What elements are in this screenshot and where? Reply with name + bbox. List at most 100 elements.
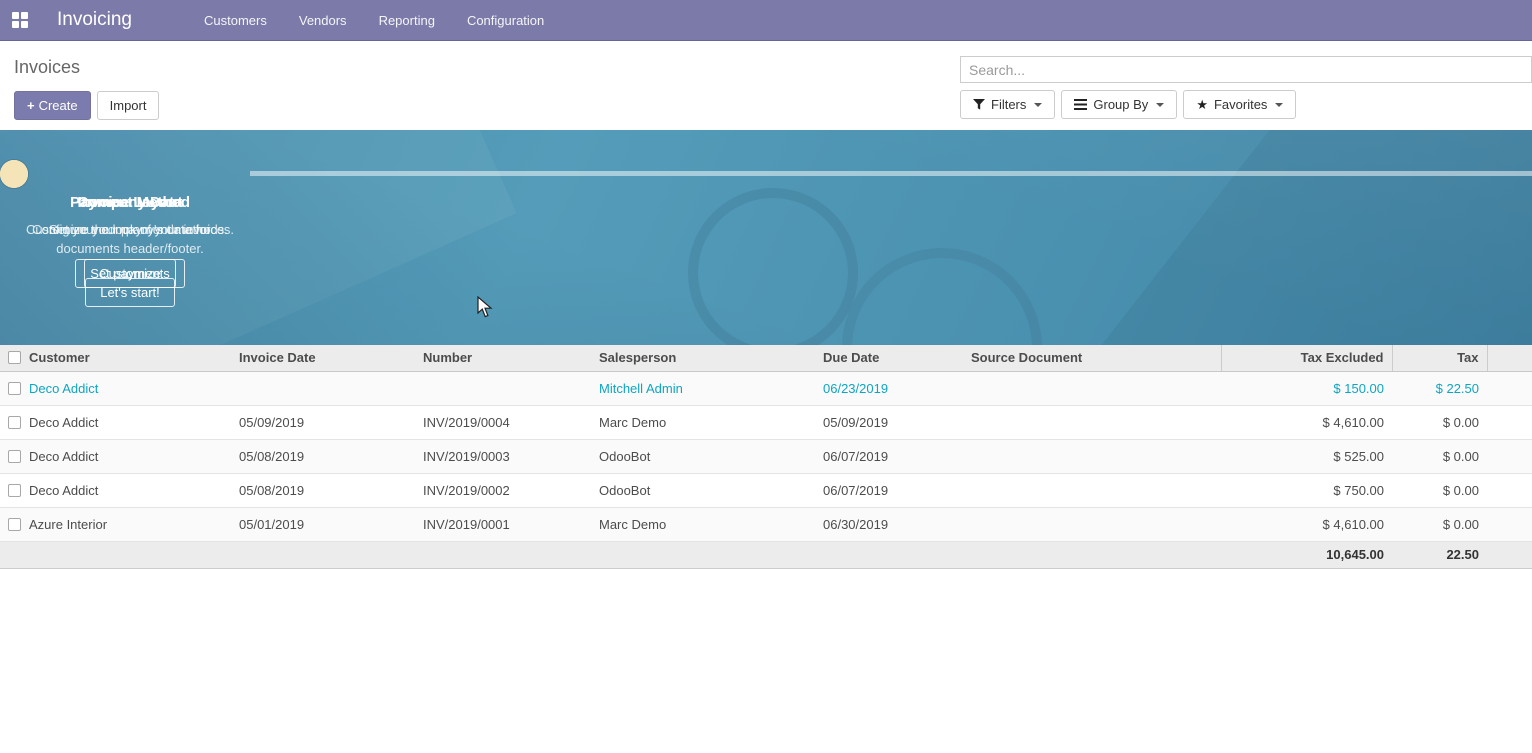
row-checkbox[interactable] — [8, 382, 21, 395]
invoice-row[interactable]: Deco Addict 05/08/2019 INV/2019/0003 Odo… — [0, 439, 1532, 473]
row-checkbox[interactable] — [8, 450, 21, 463]
menu-reporting[interactable]: Reporting — [363, 0, 451, 41]
step-dot — [0, 160, 28, 188]
cell-customer: Deco Addict — [21, 371, 231, 405]
row-checkbox[interactable] — [8, 518, 21, 531]
cell-tax: $ 0.00 — [1392, 473, 1487, 507]
col-tax-excluded[interactable]: Tax Excluded — [1221, 345, 1392, 371]
cell-tax: $ 0.00 — [1392, 439, 1487, 473]
cell-trailing — [1487, 507, 1532, 541]
cell-salesperson: OdooBot — [591, 439, 815, 473]
row-select-cell — [0, 473, 21, 507]
row-select-cell — [0, 507, 21, 541]
cell-number: INV/2019/0002 — [415, 473, 591, 507]
cell-salesperson: Marc Demo — [591, 507, 815, 541]
chevron-down-icon — [1156, 103, 1164, 107]
cell-tax-excluded: $ 750.00 — [1221, 473, 1392, 507]
row-checkbox[interactable] — [8, 416, 21, 429]
col-salesperson[interactable]: Salesperson — [591, 345, 815, 371]
col-source-document[interactable]: Source Document — [963, 345, 1221, 371]
onboarding-progress-line — [250, 171, 1532, 176]
cell-number — [415, 371, 591, 405]
cell-number: INV/2019/0001 — [415, 507, 591, 541]
cell-due-date: 06/23/2019 — [815, 371, 963, 405]
invoice-row[interactable]: Deco Addict 05/09/2019 INV/2019/0004 Mar… — [0, 405, 1532, 439]
cell-invoice-date: 05/09/2019 — [231, 405, 415, 439]
cell-salesperson: OdooBot — [591, 473, 815, 507]
total-tax: 22.50 — [1392, 541, 1487, 568]
cell-due-date: 06/07/2019 — [815, 439, 963, 473]
col-invoice-date[interactable]: Invoice Date — [231, 345, 415, 371]
funnel-icon — [973, 99, 985, 110]
step-action-button[interactable]: Set payments — [75, 259, 185, 288]
apps-grid-square — [21, 21, 28, 28]
plus-icon: + — [27, 98, 35, 113]
row-select-cell — [0, 439, 21, 473]
search-input[interactable] — [960, 56, 1532, 83]
cell-invoice-date — [231, 371, 415, 405]
cell-tax: $ 0.00 — [1392, 405, 1487, 439]
top-navbar: Invoicing Customers Vendors Reporting Co… — [0, 0, 1532, 41]
app-name[interactable]: Invoicing — [57, 9, 132, 31]
control-panel: Invoices + Create Import Filters Group By — [0, 41, 1532, 130]
cell-tax-excluded: $ 150.00 — [1221, 371, 1392, 405]
star-icon: ★ — [1196, 98, 1208, 111]
list-bars-icon — [1074, 99, 1087, 110]
cell-number: INV/2019/0003 — [415, 439, 591, 473]
onboarding-banner: Company Data Set your company's data for… — [0, 130, 1532, 345]
create-button[interactable]: + Create — [14, 91, 91, 120]
cell-due-date: 05/09/2019 — [815, 405, 963, 439]
menu-customers[interactable]: Customers — [188, 0, 283, 41]
filters-button[interactable]: Filters — [960, 90, 1055, 119]
apps-grid-icon[interactable] — [12, 12, 30, 28]
cell-tax: $ 0.00 — [1392, 507, 1487, 541]
select-all-checkbox[interactable] — [8, 351, 21, 364]
cell-trailing — [1487, 473, 1532, 507]
total-tax-excluded: 10,645.00 — [1221, 541, 1392, 568]
cell-source-document — [963, 371, 1221, 405]
table-header-row: Customer Invoice Date Number Salesperson… — [0, 345, 1532, 371]
row-select-cell — [0, 371, 21, 405]
favorites-button[interactable]: ★ Favorites — [1183, 90, 1296, 119]
invoice-row[interactable]: Azure Interior 05/01/2019 INV/2019/0001 … — [0, 507, 1532, 541]
step-title: Payment Method — [0, 194, 260, 211]
menu-configuration[interactable]: Configuration — [451, 0, 560, 41]
cell-source-document — [963, 507, 1221, 541]
cell-customer: Azure Interior — [21, 507, 231, 541]
select-all-cell — [0, 345, 21, 371]
menu-vendors[interactable]: Vendors — [283, 0, 363, 41]
cell-tax: $ 22.50 — [1392, 371, 1487, 405]
chevron-down-icon — [1034, 103, 1042, 107]
row-checkbox[interactable] — [8, 484, 21, 497]
invoice-list-table: Customer Invoice Date Number Salesperson… — [0, 345, 1532, 569]
invoice-row[interactable]: Deco Addict Mitchell Admin 06/23/2019 $ … — [0, 371, 1532, 405]
cell-source-document — [963, 405, 1221, 439]
invoicing-app: Invoicing Customers Vendors Reporting Co… — [0, 0, 1532, 753]
create-button-label: Create — [39, 98, 78, 113]
row-select-cell — [0, 405, 21, 439]
invoice-row[interactable]: Deco Addict 05/08/2019 INV/2019/0002 Odo… — [0, 473, 1532, 507]
group-by-button[interactable]: Group By — [1061, 90, 1177, 119]
cell-salesperson: Mitchell Admin — [591, 371, 815, 405]
cell-tax-excluded: $ 4,610.00 — [1221, 507, 1392, 541]
cell-number: INV/2019/0004 — [415, 405, 591, 439]
cell-source-document — [963, 439, 1221, 473]
apps-grid-square — [12, 12, 19, 19]
col-number[interactable]: Number — [415, 345, 591, 371]
cell-salesperson: Marc Demo — [591, 405, 815, 439]
col-due-date[interactable]: Due Date — [815, 345, 963, 371]
step-description: Configure your payment methods. — [20, 220, 240, 239]
page-title: Invoices — [14, 57, 159, 78]
cell-tax-excluded: $ 4,610.00 — [1221, 405, 1392, 439]
cell-due-date: 06/07/2019 — [815, 473, 963, 507]
onboarding-step: Payment Method Configure your payment me… — [0, 194, 260, 288]
chevron-down-icon — [1275, 103, 1283, 107]
import-button[interactable]: Import — [97, 91, 160, 120]
navbar-menu: Customers Vendors Reporting Configuratio… — [188, 0, 560, 41]
col-tax[interactable]: Tax — [1392, 345, 1487, 371]
cell-trailing — [1487, 439, 1532, 473]
group-by-button-label: Group By — [1093, 97, 1148, 112]
col-customer[interactable]: Customer — [21, 345, 231, 371]
cell-trailing — [1487, 405, 1532, 439]
col-optional — [1487, 345, 1532, 371]
